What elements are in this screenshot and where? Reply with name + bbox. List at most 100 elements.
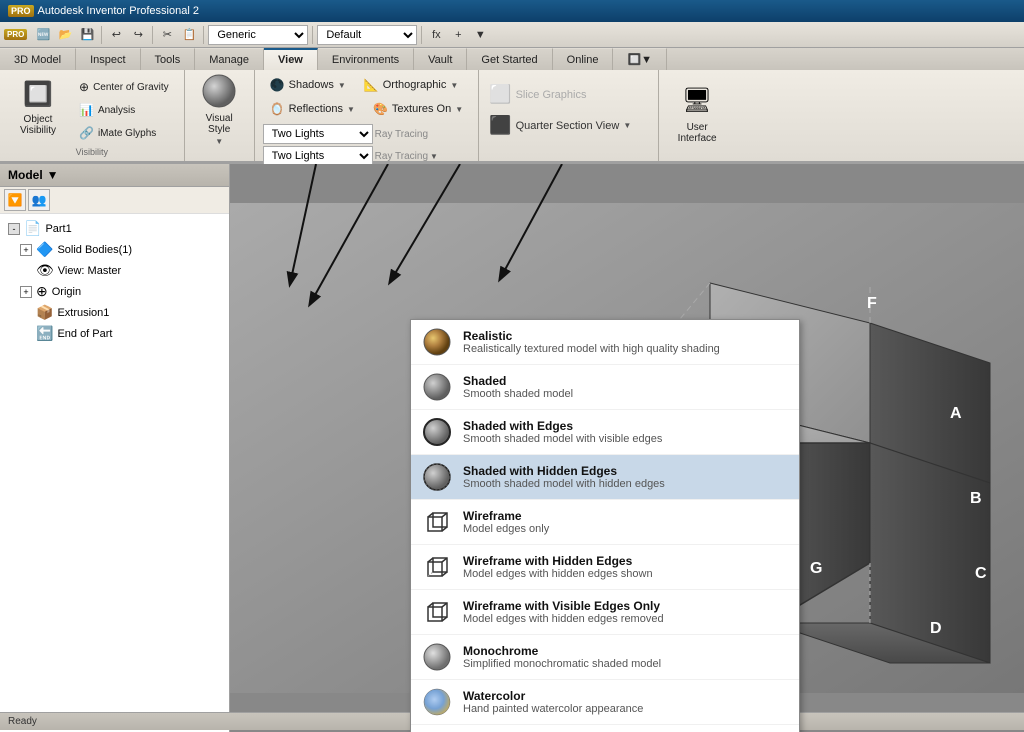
new-btn[interactable]: 🆕: [33, 25, 53, 45]
filter-btn[interactable]: 🔽: [4, 189, 26, 211]
imate-glyphs-btn[interactable]: 🔗 iMate Glyphs: [72, 122, 176, 144]
model-dropdown-arrow[interactable]: ▼: [47, 168, 59, 182]
app-title: Autodesk Inventor Professional 2: [38, 5, 199, 17]
dropdown-item-realistic[interactable]: Realistic Realistically textured model w…: [411, 320, 799, 365]
title-bar: PRO Autodesk Inventor Professional 2: [0, 0, 1024, 22]
orthographic-btn[interactable]: 📐 Orthographic ▼: [357, 74, 465, 96]
sidebar-header: Model ▼: [0, 164, 229, 187]
tab-tools[interactable]: Tools: [141, 48, 196, 70]
section-group: ⬜ Slice Graphics ⬛ Quarter Section View …: [479, 70, 659, 161]
tree-item-origin[interactable]: + ⊕ Origin: [0, 281, 229, 302]
watercolor-icon: [421, 686, 453, 718]
quarter-section-btn[interactable]: ⬛ Quarter Section View ▼: [487, 113, 650, 138]
save-btn[interactable]: 💾: [77, 25, 97, 45]
default-dropdown[interactable]: Default: [317, 25, 417, 45]
dropdown-item-shaded-hidden[interactable]: Shaded with Hidden Edges Smooth shaded m…: [411, 455, 799, 500]
wireframe-icon: [421, 506, 453, 538]
tab-view[interactable]: View: [264, 48, 318, 70]
plus-btn[interactable]: +: [448, 25, 468, 45]
appearance-group: 🌑 Shadows ▼ 📐 Orthographic ▼ 🪞 Reflectio…: [255, 70, 479, 161]
visibility-group: 🔲 ObjectVisibility ⊕ Center of Gravity 📊…: [0, 70, 185, 161]
expand-part1[interactable]: -: [8, 223, 20, 235]
more-btn[interactable]: ▼: [470, 25, 490, 45]
label-a-3d: A: [950, 405, 962, 422]
visual-style-btn[interactable]: Visual Style ▼: [193, 74, 245, 142]
tab-help[interactable]: 🔲▼: [613, 48, 667, 70]
shaded-edges-icon: [421, 416, 453, 448]
sidebar-toolbar: 🔽 👥: [0, 187, 229, 214]
pro-badge: PRO: [8, 5, 34, 17]
label-d-3d: D: [930, 620, 942, 637]
tab-3dmodel[interactable]: 3D Model: [0, 48, 76, 70]
file-dropdown[interactable]: Generic: [208, 25, 308, 45]
shaded-icon: [421, 371, 453, 403]
main-area: Model ▼ 🔽 👥 - 📄 Part1 + 🔷 Solid Bodies(1…: [0, 164, 1024, 732]
dropdown-item-watercolor[interactable]: Watercolor Hand painted watercolor appea…: [411, 680, 799, 725]
dropdown-item-wireframe-hidden[interactable]: Wireframe with Hidden Edges Model edges …: [411, 545, 799, 590]
label-b-3d: B: [970, 490, 982, 507]
shaded-hidden-icon: [421, 461, 453, 493]
copy-btn[interactable]: 📋: [179, 25, 199, 45]
shaded-text: Shaded Smooth shaded model: [463, 374, 573, 400]
label-f-3d: F: [867, 295, 877, 312]
sidebar: Model ▼ 🔽 👥 - 📄 Part1 + 🔷 Solid Bodies(1…: [0, 164, 230, 732]
tab-inspect[interactable]: Inspect: [76, 48, 140, 70]
open-btn[interactable]: 📂: [55, 25, 75, 45]
wireframe-text: Wireframe Model edges only: [463, 509, 549, 535]
wireframe-hidden-text: Wireframe with Hidden Edges Model edges …: [463, 554, 653, 580]
label-g-3d: G: [810, 560, 822, 577]
user-interface-btn[interactable]: 🖥 User Interface: [667, 74, 727, 144]
reflections-btn[interactable]: 🪞 Reflections ▼: [263, 98, 362, 120]
cut-btn[interactable]: ✂: [157, 25, 177, 45]
shaded-edges-text: Shaded with Edges Smooth shaded model wi…: [463, 419, 662, 445]
status-text: Ready: [8, 716, 37, 727]
monochrome-icon: [421, 641, 453, 673]
tab-vault[interactable]: Vault: [414, 48, 467, 70]
label-c-3d: C: [975, 565, 987, 582]
shaded-hidden-text: Shaded with Hidden Edges Smooth shaded m…: [463, 464, 665, 490]
expand-origin[interactable]: +: [20, 286, 32, 298]
tree-item-solid-bodies[interactable]: + 🔷 Solid Bodies(1): [0, 239, 229, 260]
object-visibility-btn[interactable]: 🔲 ObjectVisibility: [8, 74, 68, 136]
realistic-text: Realistic Realistically textured model w…: [463, 329, 720, 355]
textures-btn[interactable]: 🎨 Textures On ▼: [366, 98, 470, 120]
visual-style-group: Visual Style ▼: [185, 70, 255, 161]
analysis-btn[interactable]: 📊 Analysis: [72, 99, 176, 121]
undo-btn[interactable]: ↩: [106, 25, 126, 45]
pro-badge-qa: PRO: [4, 29, 27, 40]
realistic-icon: [421, 326, 453, 358]
dropdown-item-shaded[interactable]: Shaded Smooth shaded model: [411, 365, 799, 410]
tab-get-started[interactable]: Get Started: [467, 48, 552, 70]
dropdown-item-wireframe-visible[interactable]: Wireframe with Visible Edges Only Model …: [411, 590, 799, 635]
dropdown-item-illustration[interactable]: Illustration Hand drawn appearance: [411, 725, 799, 732]
tree-item-view-master[interactable]: 👁 View: Master: [0, 260, 229, 281]
expand-solid-bodies[interactable]: +: [20, 244, 32, 256]
monochrome-text: Monochrome Simplified monochromatic shad…: [463, 644, 661, 670]
group-btn[interactable]: 👥: [28, 189, 50, 211]
center-of-gravity-btn[interactable]: ⊕ Center of Gravity: [72, 76, 176, 98]
redo-btn[interactable]: ↪: [128, 25, 148, 45]
lights-dropdown-2[interactable]: Two Lights: [263, 146, 373, 166]
tab-environments[interactable]: Environments: [318, 48, 414, 70]
visibility-group-label: Visibility: [8, 147, 176, 157]
slice-graphics-btn[interactable]: ⬜ Slice Graphics: [487, 82, 650, 107]
shadows-btn[interactable]: 🌑 Shadows ▼: [263, 74, 353, 96]
wireframe-visible-icon: [421, 596, 453, 628]
fx-btn[interactable]: fx: [426, 25, 446, 45]
dropdown-item-monochrome[interactable]: Monochrome Simplified monochromatic shad…: [411, 635, 799, 680]
tree-item-end-of-part[interactable]: 🔚 End of Part: [0, 323, 229, 344]
model-tree: - 📄 Part1 + 🔷 Solid Bodies(1) 👁 View: Ma…: [0, 214, 229, 732]
quick-access-toolbar: PRO 🆕 📂 💾 ↩ ↪ ✂ 📋 Generic Default fx + ▼: [0, 22, 1024, 48]
dropdown-item-shaded-edges[interactable]: Shaded with Edges Smooth shaded model wi…: [411, 410, 799, 455]
lights-dropdown-1[interactable]: Two Lights: [263, 124, 373, 144]
ui-group: 🖥 User Interface: [659, 70, 735, 161]
wireframe-visible-text: Wireframe with Visible Edges Only Model …: [463, 599, 664, 625]
tree-item-extrusion1[interactable]: 📦 Extrusion1: [0, 302, 229, 323]
tab-online[interactable]: Online: [553, 48, 614, 70]
dropdown-item-wireframe[interactable]: Wireframe Model edges only: [411, 500, 799, 545]
ribbon: 3D Model Inspect Tools Manage View Envir…: [0, 48, 1024, 164]
wireframe-hidden-icon: [421, 551, 453, 583]
tree-item-part1[interactable]: - 📄 Part1: [0, 218, 229, 239]
tab-manage[interactable]: Manage: [195, 48, 264, 70]
watercolor-text: Watercolor Hand painted watercolor appea…: [463, 689, 643, 715]
